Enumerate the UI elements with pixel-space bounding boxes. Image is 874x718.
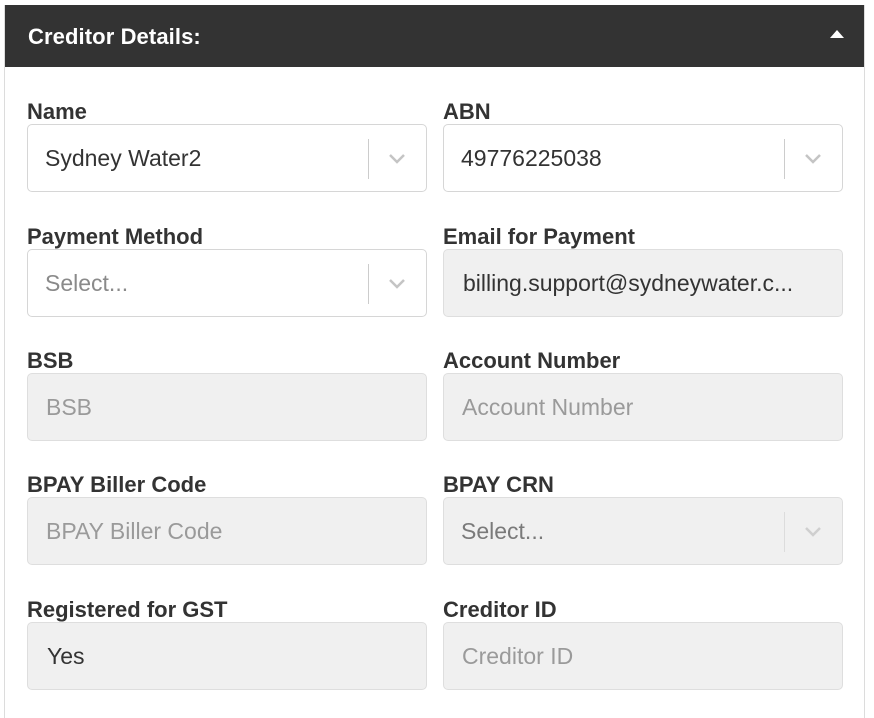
caret-up-icon xyxy=(830,30,844,38)
name-value: Sydney Water2 xyxy=(45,145,202,171)
chevron-down-icon xyxy=(389,154,405,164)
creditor-details-panel: Creditor Details: Name Sydney Water2 ABN… xyxy=(4,5,865,718)
bsb-input-wrapper xyxy=(27,373,427,441)
payment-method-placeholder: Select... xyxy=(45,270,129,296)
chevron-down-icon xyxy=(805,154,821,164)
creditor-id-input[interactable] xyxy=(444,623,842,689)
registered-for-gst-input[interactable]: Yes xyxy=(27,622,427,690)
account-number-label: Account Number xyxy=(443,348,621,373)
email-for-payment-label: Email for Payment xyxy=(443,224,635,249)
bsb-label: BSB xyxy=(27,348,74,373)
payment-method-label: Payment Method xyxy=(27,224,204,249)
bpay-biller-code-label: BPAY Biller Code xyxy=(27,472,207,497)
panel-header[interactable]: Creditor Details: xyxy=(5,5,864,67)
name-label: Name xyxy=(27,99,87,124)
account-number-input[interactable] xyxy=(444,374,842,440)
bpay-crn-label: BPAY CRN xyxy=(443,472,554,497)
name-select[interactable]: Sydney Water2 xyxy=(27,124,427,192)
email-for-payment-value: billing.support@sydneywater.c... xyxy=(463,270,794,296)
bsb-input[interactable] xyxy=(28,374,426,440)
payment-method-select[interactable]: Select... xyxy=(27,249,427,317)
registered-for-gst-label: Registered for GST xyxy=(27,597,228,622)
bpay-crn-placeholder: Select... xyxy=(461,518,545,544)
abn-select[interactable]: 49776225038 xyxy=(443,124,843,192)
bpay-biller-code-input[interactable] xyxy=(28,498,426,564)
abn-label: ABN xyxy=(443,99,491,124)
panel-title: Creditor Details: xyxy=(28,24,201,49)
registered-for-gst-value: Yes xyxy=(47,643,85,669)
collapse-button[interactable] xyxy=(822,19,852,49)
payment-method-dropdown-toggle[interactable] xyxy=(369,250,426,316)
chevron-down-icon xyxy=(805,527,821,537)
name-dropdown-toggle[interactable] xyxy=(369,125,426,191)
creditor-id-label: Creditor ID xyxy=(443,597,557,622)
bpay-crn-dropdown-toggle[interactable] xyxy=(785,498,842,564)
chevron-down-icon xyxy=(389,279,405,289)
creditor-id-input-wrapper xyxy=(443,622,843,690)
bpay-biller-code-input-wrapper xyxy=(27,497,427,565)
abn-dropdown-toggle[interactable] xyxy=(785,125,842,191)
email-for-payment-input[interactable]: billing.support@sydneywater.c... xyxy=(443,249,843,317)
account-number-input-wrapper xyxy=(443,373,843,441)
abn-value: 49776225038 xyxy=(461,145,602,171)
bpay-crn-select[interactable]: Select... xyxy=(443,497,843,565)
